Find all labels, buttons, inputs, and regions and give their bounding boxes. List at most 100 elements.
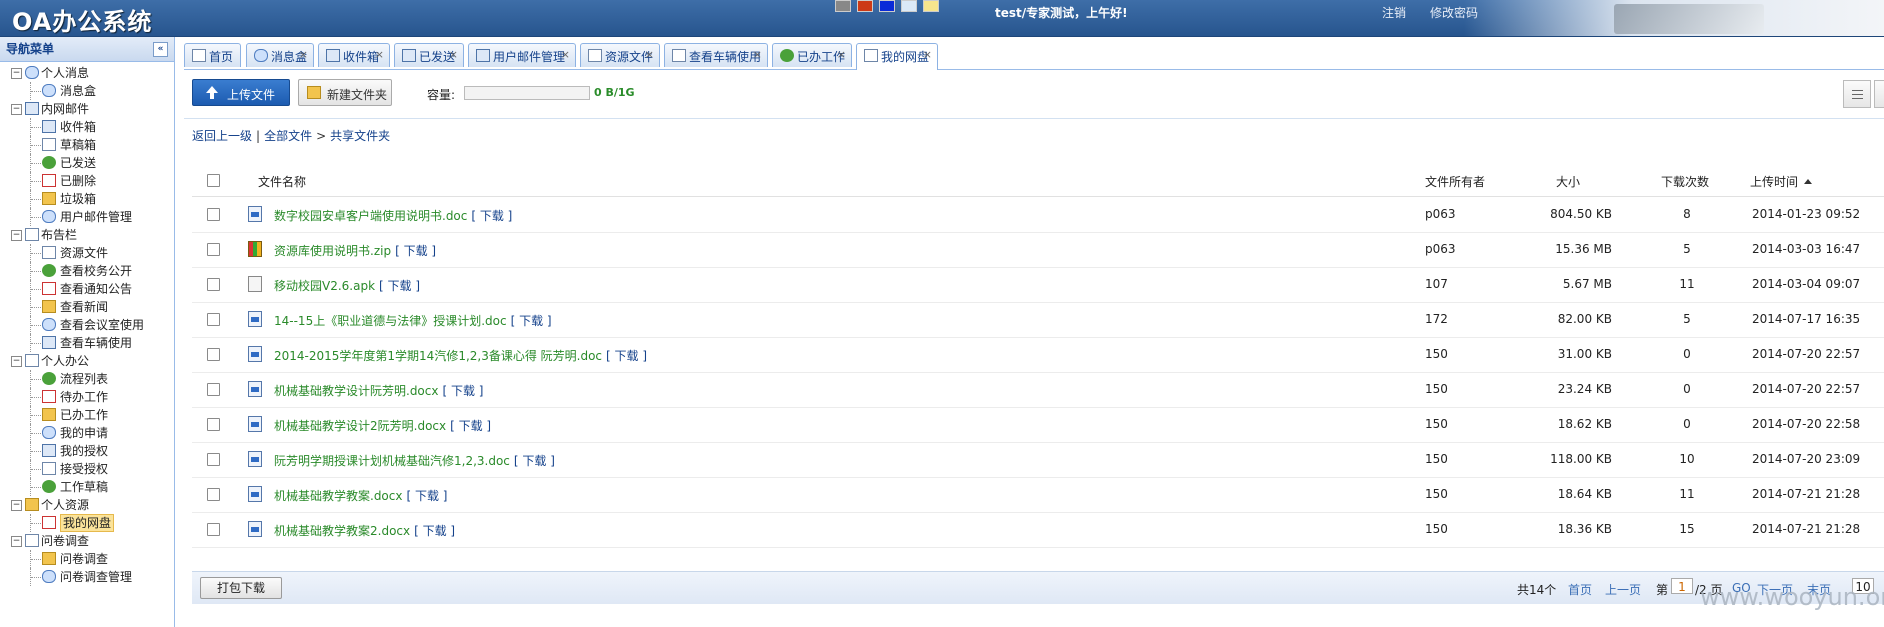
row-checkbox[interactable] bbox=[207, 313, 220, 326]
file-name-link[interactable]: 机械基础教学设计2阮芳明.docx bbox=[274, 419, 446, 433]
table-row[interactable]: 资源库使用说明书.zip [ 下载 ] p063 15.36 MB 5 2014-03-0… bbox=[192, 232, 1884, 268]
prev-page-link[interactable]: 上一页 bbox=[1605, 581, 1641, 598]
tab-4[interactable]: 用户邮件管理 × bbox=[468, 43, 576, 67]
sidebar-item-3-3[interactable]: 我的申请 bbox=[0, 424, 174, 442]
collapse-toggle-icon[interactable]: − bbox=[11, 230, 22, 241]
close-tab-icon[interactable]: × bbox=[375, 48, 384, 61]
tab-0[interactable]: 首页 bbox=[184, 43, 241, 67]
sidebar-item-2-1[interactable]: 查看校务公开 bbox=[0, 262, 174, 280]
collapse-toggle-icon[interactable]: − bbox=[11, 356, 22, 367]
download-link[interactable]: [ 下载 ] bbox=[511, 314, 552, 328]
file-name-link[interactable]: 阮芳明学期授课计划机械基础汽修1,2,3.doc bbox=[274, 454, 510, 468]
file-name-link[interactable]: 机械基础教学教案2.docx bbox=[274, 524, 410, 538]
file-name-link[interactable]: 资源库使用说明书.zip bbox=[274, 244, 391, 258]
tab-1[interactable]: 消息盒 × bbox=[246, 43, 314, 67]
theme-swatch-2[interactable] bbox=[879, 0, 895, 12]
download-link[interactable]: [ 下载 ] bbox=[379, 279, 420, 293]
table-row[interactable]: 数字校园安卓客户端使用说明书.doc [ 下载 ] p063 804.50 KB 8 20… bbox=[192, 197, 1884, 233]
row-checkbox[interactable] bbox=[207, 488, 220, 501]
column-header-size[interactable]: 大小 bbox=[1556, 173, 1580, 190]
download-link[interactable]: [ 下载 ] bbox=[514, 454, 555, 468]
row-checkbox[interactable] bbox=[207, 418, 220, 431]
tab-6[interactable]: 查看车辆使用 × bbox=[664, 43, 768, 67]
grid-view-button[interactable] bbox=[1874, 80, 1884, 108]
tree-group-2[interactable]: − 布告栏 bbox=[0, 226, 174, 244]
row-checkbox[interactable] bbox=[207, 383, 220, 396]
file-name-link[interactable]: 机械基础教学设计阮芳明.docx bbox=[274, 384, 438, 398]
row-checkbox[interactable] bbox=[207, 348, 220, 361]
breadcrumb-back-link[interactable]: 返回上一级 bbox=[192, 129, 252, 143]
tree-group-4[interactable]: − 个人资源 bbox=[0, 496, 174, 514]
sidebar-item-5-1[interactable]: 问卷调查管理 bbox=[0, 568, 174, 586]
close-tab-icon[interactable]: × bbox=[449, 48, 458, 61]
close-tab-icon[interactable]: × bbox=[645, 48, 654, 61]
column-header-owner[interactable]: 文件所有者 bbox=[1425, 173, 1485, 190]
sidebar-item-5-0[interactable]: 问卷调查 bbox=[0, 550, 174, 568]
download-link[interactable]: [ 下载 ] bbox=[442, 384, 483, 398]
table-row[interactable]: 机械基础教学设计阮芳明.docx [ 下载 ] 150 23.24 KB 0 2014-0… bbox=[192, 372, 1884, 408]
theme-swatch-3[interactable] bbox=[901, 0, 917, 12]
sidebar-item-1-2[interactable]: 已发送 bbox=[0, 154, 174, 172]
sidebar-item-3-0[interactable]: 流程列表 bbox=[0, 370, 174, 388]
download-link[interactable]: [ 下载 ] bbox=[414, 524, 455, 538]
file-name-link[interactable]: 2014-2015学年度第1学期14汽修1,2,3备课心得 阮芳明.doc bbox=[274, 349, 602, 363]
breadcrumb-all-files-link[interactable]: 全部文件 bbox=[264, 129, 312, 143]
download-link[interactable]: [ 下载 ] bbox=[471, 209, 512, 223]
download-link[interactable]: [ 下载 ] bbox=[395, 244, 436, 258]
row-checkbox[interactable] bbox=[207, 243, 220, 256]
change-password-link[interactable]: 修改密码 bbox=[1430, 4, 1478, 21]
tab-3[interactable]: 已发送 × bbox=[394, 43, 464, 67]
close-tab-icon[interactable]: × bbox=[837, 48, 846, 61]
table-row[interactable]: 机械基础教学教案.docx [ 下载 ] 150 18.64 KB 11 2014-07-… bbox=[192, 477, 1884, 513]
collapse-sidebar-button[interactable]: « bbox=[153, 42, 168, 57]
file-name-link[interactable]: 机械基础教学教案.docx bbox=[274, 489, 402, 503]
new-folder-button[interactable]: 新建文件夹 bbox=[298, 79, 392, 106]
file-name-link[interactable]: 14--15上《职业道德与法律》授课计划.doc bbox=[274, 314, 507, 328]
table-row[interactable]: 2014-2015学年度第1学期14汽修1,2,3备课心得 阮芳明.doc [ 下… bbox=[192, 337, 1884, 373]
theme-swatch-0[interactable] bbox=[835, 0, 851, 12]
upload-file-button[interactable]: 上传文件 bbox=[192, 79, 290, 106]
column-header-name[interactable]: 文件名称 bbox=[258, 173, 306, 190]
download-link[interactable]: [ 下载 ] bbox=[606, 349, 647, 363]
table-row[interactable]: 机械基础教学设计2阮芳明.docx [ 下载 ] 150 18.62 KB 0 2014-… bbox=[192, 407, 1884, 443]
column-header-downloads[interactable]: 下载次数 bbox=[1661, 173, 1709, 190]
row-checkbox[interactable] bbox=[207, 278, 220, 291]
sidebar-item-2-3[interactable]: 查看新闻 bbox=[0, 298, 174, 316]
sidebar-item-2-0[interactable]: 资源文件 bbox=[0, 244, 174, 262]
close-tab-icon[interactable]: × bbox=[753, 48, 762, 61]
sidebar-item-1-4[interactable]: 垃圾箱 bbox=[0, 190, 174, 208]
tab-8[interactable]: 我的网盘 × bbox=[856, 43, 938, 70]
page-number-input[interactable]: 1 bbox=[1671, 578, 1693, 594]
table-row[interactable]: 移动校园V2.6.apk [ 下载 ] 107 5.67 MB 11 2014-03-04… bbox=[192, 267, 1884, 303]
sidebar-item-1-1[interactable]: 草稿箱 bbox=[0, 136, 174, 154]
row-checkbox[interactable] bbox=[207, 453, 220, 466]
first-page-link[interactable]: 首页 bbox=[1568, 581, 1592, 598]
close-tab-icon[interactable]: × bbox=[561, 48, 570, 61]
collapse-toggle-icon[interactable]: − bbox=[11, 536, 22, 547]
sidebar-item-0-0[interactable]: 消息盒 bbox=[0, 82, 174, 100]
sidebar-item-3-1[interactable]: 待办工作 bbox=[0, 388, 174, 406]
download-link[interactable]: [ 下载 ] bbox=[406, 489, 447, 503]
tab-7[interactable]: 已办工作 × bbox=[772, 43, 852, 67]
row-checkbox[interactable] bbox=[207, 523, 220, 536]
file-name-link[interactable]: 移动校园V2.6.apk bbox=[274, 279, 375, 293]
close-tab-icon[interactable]: × bbox=[923, 48, 932, 61]
table-row[interactable]: 机械基础教学教案2.docx [ 下载 ] 150 18.36 KB 15 2014-07… bbox=[192, 512, 1884, 548]
pack-download-button[interactable]: 打包下载 bbox=[200, 577, 282, 599]
row-checkbox[interactable] bbox=[207, 208, 220, 221]
tree-group-1[interactable]: − 内网邮件 bbox=[0, 100, 174, 118]
theme-swatch-4[interactable] bbox=[923, 0, 939, 12]
collapse-toggle-icon[interactable]: − bbox=[11, 500, 22, 511]
table-row[interactable]: 阮芳明学期授课计划机械基础汽修1,2,3.doc [ 下载 ] 150 118.00 … bbox=[192, 442, 1884, 478]
collapse-toggle-icon[interactable]: − bbox=[11, 68, 22, 79]
sidebar-item-3-2[interactable]: 已办工作 bbox=[0, 406, 174, 424]
sidebar-item-3-6[interactable]: 工作草稿 bbox=[0, 478, 174, 496]
sidebar-item-3-5[interactable]: 接受授权 bbox=[0, 460, 174, 478]
tab-5[interactable]: 资源文件 × bbox=[580, 43, 660, 67]
close-tab-icon[interactable]: × bbox=[299, 48, 308, 61]
sidebar-item-1-0[interactable]: 收件箱 bbox=[0, 118, 174, 136]
sidebar-item-3-4[interactable]: 我的授权 bbox=[0, 442, 174, 460]
tab-2[interactable]: 收件箱 × bbox=[318, 43, 390, 67]
logout-link[interactable]: 注销 bbox=[1382, 4, 1406, 21]
download-link[interactable]: [ 下载 ] bbox=[450, 419, 491, 433]
